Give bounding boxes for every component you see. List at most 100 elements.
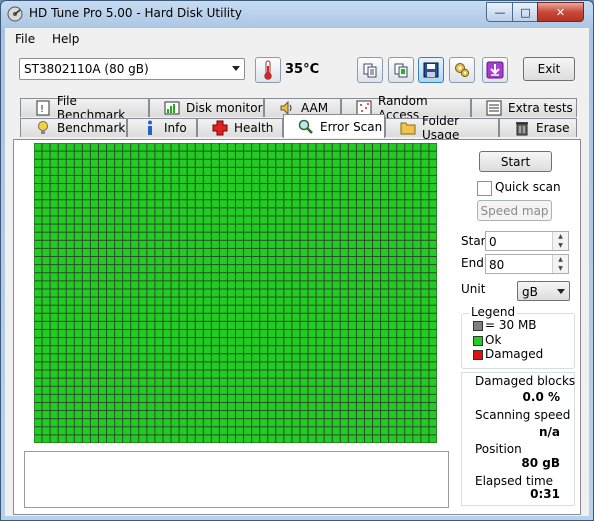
tab-health[interactable]: Health (197, 118, 283, 137)
scan-block (236, 159, 244, 167)
scan-block (324, 394, 332, 402)
scan-block (107, 224, 115, 232)
scan-block (139, 394, 147, 402)
scan-block (155, 297, 163, 305)
scan-block (268, 297, 276, 305)
quick-scan-checkbox[interactable] (477, 181, 492, 196)
menu-help[interactable]: Help (52, 32, 79, 46)
scan-block (340, 192, 348, 200)
scan-block (316, 427, 324, 435)
scan-block (50, 419, 58, 427)
scan-block (163, 265, 171, 273)
scan-block (381, 362, 389, 370)
scan-block (155, 435, 163, 443)
start-field[interactable]: 0 ▲ ▼ (485, 231, 569, 251)
scan-block (179, 175, 187, 184)
scan-block (389, 167, 397, 175)
scan-block (147, 143, 155, 151)
scan-block (66, 297, 74, 305)
scan-block (405, 159, 413, 167)
scan-block (211, 338, 219, 346)
scan-block (203, 378, 211, 386)
scan-block (195, 151, 203, 159)
scan-block (421, 427, 429, 435)
scan-block (348, 305, 356, 313)
title-bar[interactable]: HD Tune Pro 5.00 - Hard Disk Utility — □… (1, 1, 593, 27)
temperature-button[interactable] (255, 57, 281, 83)
scan-block (66, 248, 74, 257)
scan-block (348, 394, 356, 402)
scan-block (34, 200, 42, 208)
tab-error-scan[interactable]: Error Scan (283, 114, 385, 138)
scan-block (50, 329, 58, 338)
scan-block (155, 281, 163, 289)
unit-select[interactable]: gB (517, 281, 570, 301)
scan-block (203, 143, 211, 151)
scan-block (147, 200, 155, 208)
download-button[interactable] (482, 57, 508, 83)
scan-block (195, 273, 203, 281)
scan-block (397, 305, 405, 313)
speed-map-button[interactable]: Speed map (477, 200, 552, 221)
info-icon (142, 120, 158, 136)
scan-block (284, 313, 292, 321)
scan-block (131, 329, 139, 338)
scan-block (300, 151, 308, 159)
scan-block (147, 435, 155, 443)
copy-screenshot-button[interactable] (388, 57, 414, 83)
minimize-button[interactable]: — (486, 2, 514, 22)
spin-down-icon[interactable]: ▼ (552, 264, 568, 273)
scan-block (203, 281, 211, 289)
scan-block (397, 289, 405, 297)
scan-block (107, 184, 115, 192)
scan-block (276, 281, 284, 289)
scan-block (155, 248, 163, 257)
start-scan-button[interactable]: Start (479, 151, 552, 172)
scan-block (211, 370, 219, 378)
drive-select[interactable]: ST3802110A (80 gB) (19, 58, 245, 80)
scan-block (42, 321, 50, 329)
scan-block (332, 394, 340, 402)
maximize-button[interactable]: □ (512, 2, 539, 22)
scan-block (373, 354, 381, 362)
quick-scan-label[interactable]: Quick scan (495, 180, 561, 194)
scan-block (211, 167, 219, 175)
spin-down-icon[interactable]: ▼ (552, 241, 568, 250)
scan-block (252, 216, 260, 224)
scan-block (308, 151, 316, 159)
options-button[interactable] (449, 57, 475, 83)
tab-disk-monitor[interactable]: Disk monitor (149, 98, 264, 117)
scan-block (50, 362, 58, 370)
scan-block (227, 427, 235, 435)
scan-block (42, 427, 50, 435)
scan-log-box[interactable] (24, 451, 449, 508)
scan-block (187, 297, 195, 305)
scan-block (98, 394, 107, 402)
scan-block (381, 248, 389, 257)
scan-block (324, 354, 332, 362)
copy-info-button[interactable] (357, 57, 383, 83)
scan-block (373, 281, 381, 289)
spin-up-icon[interactable]: ▲ (552, 255, 568, 264)
scan-block (373, 321, 381, 329)
tab-folder-usage[interactable]: Folder Usage (385, 114, 499, 142)
exit-button[interactable]: Exit (523, 57, 575, 81)
scan-block (348, 370, 356, 378)
scan-block (155, 257, 163, 265)
scan-block (66, 208, 74, 216)
end-field[interactable]: 80 ▲ ▼ (485, 254, 569, 274)
tab-erase[interactable]: Erase (499, 118, 577, 137)
menu-file[interactable]: File (15, 32, 35, 46)
scan-block (356, 338, 364, 346)
scan-block (219, 378, 227, 386)
close-button[interactable]: ✕ (537, 2, 584, 22)
scan-block (227, 297, 235, 305)
scan-block (123, 305, 131, 313)
tab-benchmark[interactable]: Benchmark (20, 118, 127, 137)
spin-up-icon[interactable]: ▲ (552, 232, 568, 241)
tab-info[interactable]: Info (127, 118, 197, 137)
scan-block (90, 394, 98, 402)
save-button[interactable] (418, 57, 444, 83)
scan-block (131, 362, 139, 370)
tab-file-benchmark[interactable]: ! File Benchmark (20, 94, 149, 122)
